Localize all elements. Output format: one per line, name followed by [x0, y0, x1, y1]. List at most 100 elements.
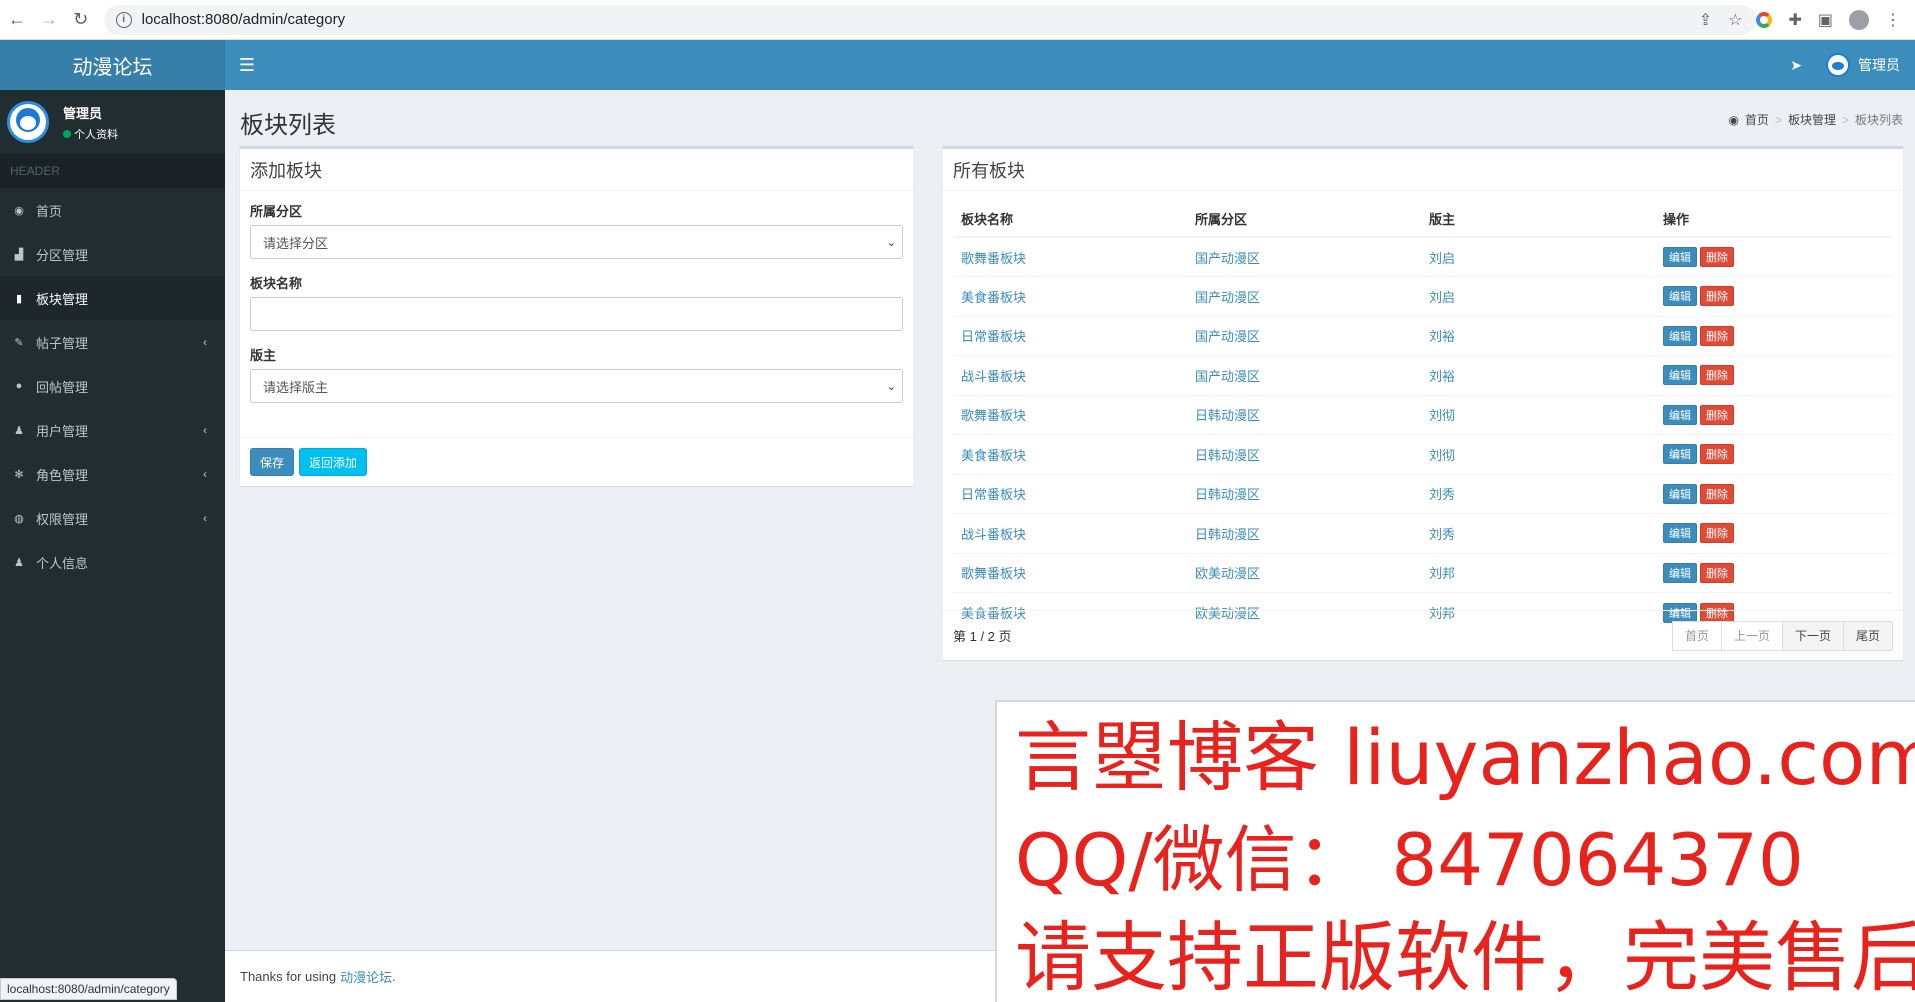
moderator-link[interactable]: 刘启 [1421, 276, 1655, 316]
category-name-link[interactable]: 战斗番板块 [953, 355, 1187, 395]
comments-icon: ● [15, 380, 23, 392]
column-header: 板块名称 [953, 201, 1187, 238]
address-bar[interactable]: i localhost:8080/admin/category ⇪ ☆ [103, 4, 1757, 35]
delete-button[interactable]: 删除 [1700, 523, 1734, 544]
row-actions: 编辑 删除 [1655, 315, 1893, 356]
category-table: 板块名称 所属分区 版主 操作 歌舞番板块 国产动漫区 刘启 编辑 删除 美食番板块 国产动… [953, 201, 1893, 632]
sidebar-item-label: 个人信息 [36, 555, 89, 571]
top-navbar: ☰ ➤ 管理员 [225, 40, 1915, 90]
profile-icon[interactable] [1849, 9, 1870, 30]
zone-link[interactable]: 日韩动漫区 [1187, 434, 1421, 474]
user-icon: ♟ [14, 556, 24, 569]
zone-link[interactable]: 国产动漫区 [1187, 236, 1421, 277]
moderator-link[interactable]: 刘邦 [1421, 552, 1655, 593]
footer-link[interactable]: 动漫论坛 [340, 967, 392, 986]
delete-button[interactable]: 删除 [1700, 444, 1734, 465]
save-button[interactable]: 保存 [250, 448, 295, 476]
category-name-link[interactable]: 日常番板块 [953, 473, 1187, 514]
zone-link[interactable]: 国产动漫区 [1187, 315, 1421, 356]
zone-link[interactable]: 欧美动漫区 [1187, 552, 1421, 593]
delete-button[interactable]: 删除 [1700, 483, 1734, 504]
moderator-link[interactable]: 刘裕 [1421, 355, 1655, 395]
first-page-button[interactable]: 首页 [1671, 620, 1722, 651]
category-name-input[interactable] [250, 297, 903, 331]
delete-button[interactable]: 删除 [1700, 247, 1734, 267]
delete-button[interactable]: 删除 [1700, 365, 1734, 386]
navigate-arrow-icon[interactable]: ➤ [1790, 57, 1802, 74]
sidebar-item[interactable]: ♟ 个人信息 [0, 540, 225, 584]
more-menu-icon[interactable]: ⋮ [1885, 10, 1901, 30]
sidebar-item-label: 回帖管理 [36, 379, 89, 395]
user-menu[interactable]: 管理员 [1826, 53, 1900, 77]
table-header-row: 板块名称 所属分区 版主 操作 [953, 201, 1893, 238]
moderator-link[interactable]: 刘启 [1421, 236, 1655, 277]
user-status[interactable]: 个人资料 [63, 126, 118, 142]
zone-link[interactable]: 国产动漫区 [1187, 355, 1421, 395]
back-arrow-icon[interactable]: ← [2, 5, 32, 35]
app-logo[interactable]: 动漫论坛 [0, 40, 225, 90]
forward-arrow-icon[interactable]: → [34, 5, 64, 35]
category-name-link[interactable]: 歌舞番板块 [953, 236, 1187, 277]
browser-status-bar: localhost:8080/admin/category [0, 978, 177, 1000]
chrome-extension-icon[interactable] [1756, 11, 1773, 28]
moderator-select[interactable]: 请选择版主 ⌄ [250, 369, 903, 403]
delete-button[interactable]: 删除 [1700, 562, 1734, 583]
puzzle-extensions-icon[interactable]: ✚ [1788, 10, 1801, 30]
edit-button[interactable]: 编辑 [1663, 444, 1697, 465]
category-name-link[interactable]: 歌舞番板块 [953, 552, 1187, 593]
prev-page-button[interactable]: 上一页 [1720, 620, 1783, 651]
next-page-button[interactable]: 下一页 [1781, 620, 1844, 651]
row-actions: 编辑 删除 [1655, 276, 1893, 316]
sidebar-item[interactable]: ♟ 用户管理 ‹ [0, 408, 225, 452]
sidebar-item[interactable]: ◉ 首页 [0, 188, 225, 232]
edit-button[interactable]: 编辑 [1663, 562, 1697, 583]
hamburger-icon[interactable]: ☰ [225, 40, 269, 90]
table-row: 美食番板块 日韩动漫区 刘彻 编辑 删除 [953, 434, 1893, 474]
sidebar-item[interactable]: ✎ 帖子管理 ‹ [0, 320, 225, 364]
moderator-link[interactable]: 刘彻 [1421, 434, 1655, 474]
edit-button[interactable]: 编辑 [1663, 325, 1697, 346]
sidebar-item[interactable]: ● 回帖管理 [0, 364, 225, 408]
reload-icon[interactable]: ↻ [66, 5, 96, 35]
edit-button[interactable]: 编辑 [1663, 247, 1697, 267]
zone-link[interactable]: 国产动漫区 [1187, 276, 1421, 316]
breadcrumb-separator: > [1841, 112, 1849, 127]
last-page-button[interactable]: 尾页 [1842, 620, 1893, 651]
share-icon[interactable]: ⇪ [1699, 10, 1712, 30]
edit-button[interactable]: 编辑 [1663, 286, 1697, 307]
sidebar-item[interactable]: ▟ 分区管理 [0, 232, 225, 276]
footer-text: Thanks for using [240, 969, 337, 984]
sidebar-item[interactable]: ◍ 权限管理 ‹ [0, 496, 225, 540]
breadcrumb-section[interactable]: 板块管理 [1788, 111, 1836, 128]
side-panel-icon[interactable]: ▣ [1818, 10, 1833, 30]
sidebar-item[interactable]: ▮ 板块管理 [0, 276, 225, 320]
back-add-button[interactable]: 返回添加 [299, 448, 368, 476]
zone-link[interactable]: 日韩动漫区 [1187, 513, 1421, 553]
zone-link[interactable]: 日韩动漫区 [1187, 394, 1421, 435]
delete-button[interactable]: 删除 [1700, 286, 1734, 307]
breadcrumb-home[interactable]: 首页 [1745, 111, 1769, 128]
delete-button[interactable]: 删除 [1700, 325, 1734, 346]
category-name-link[interactable]: 歌舞番板块 [953, 394, 1187, 435]
edit-button[interactable]: 编辑 [1663, 404, 1697, 425]
category-name-link[interactable]: 战斗番板块 [953, 513, 1187, 553]
sidebar-item-label: 首页 [36, 203, 63, 219]
zone-select[interactable]: 请选择分区 ⌄ [250, 225, 903, 259]
moderator-link[interactable]: 刘彻 [1421, 394, 1655, 435]
edit-button[interactable]: 编辑 [1663, 523, 1697, 544]
category-name-link[interactable]: 日常番板块 [953, 315, 1187, 356]
zone-select-value: 请选择分区 [263, 235, 329, 251]
category-name-link[interactable]: 美食番板块 [953, 276, 1187, 316]
moderator-select-value: 请选择版主 [263, 379, 329, 395]
bookmark-star-icon[interactable]: ☆ [1728, 10, 1742, 30]
moderator-link[interactable]: 刘秀 [1421, 473, 1655, 514]
edit-button[interactable]: 编辑 [1663, 365, 1697, 386]
site-info-icon[interactable]: i [115, 11, 132, 28]
moderator-link[interactable]: 刘裕 [1421, 315, 1655, 356]
zone-link[interactable]: 日韩动漫区 [1187, 473, 1421, 514]
category-name-link[interactable]: 美食番板块 [953, 434, 1187, 474]
delete-button[interactable]: 删除 [1700, 404, 1734, 425]
moderator-link[interactable]: 刘秀 [1421, 513, 1655, 553]
sidebar-item[interactable]: ✻ 角色管理 ‹ [0, 452, 225, 496]
edit-button[interactable]: 编辑 [1663, 483, 1697, 504]
